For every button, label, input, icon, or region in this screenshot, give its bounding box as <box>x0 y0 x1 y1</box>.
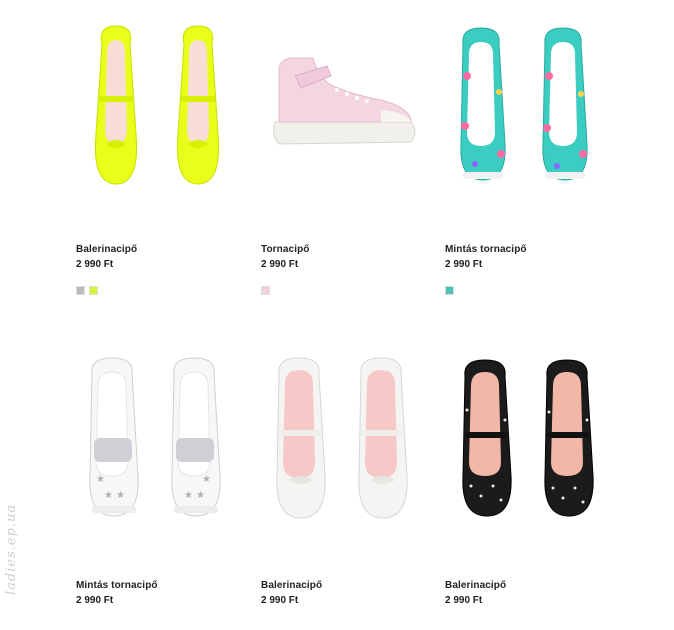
svg-text:★ ★: ★ ★ <box>184 490 205 501</box>
svg-text:★ ★: ★ ★ <box>104 490 125 501</box>
svg-text:★: ★ <box>202 474 211 485</box>
product-image[interactable] <box>445 14 615 214</box>
product-card[interactable]: Balerinacipő 2 990 Ft <box>445 350 615 630</box>
product-title[interactable]: Balerinacipő <box>76 244 137 255</box>
product-card[interactable]: Mintás tornacipő 2 990 Ft <box>445 14 615 295</box>
neon-ballet-flats-icon <box>94 25 220 185</box>
color-swatches <box>445 286 454 295</box>
color-swatches <box>261 286 270 295</box>
black-polka-ballet-flats-icon <box>462 359 594 517</box>
product-image[interactable] <box>261 14 431 214</box>
svg-text:★: ★ <box>96 474 105 485</box>
color-swatch[interactable] <box>445 286 454 295</box>
color-swatches <box>76 286 98 295</box>
product-title[interactable]: Balerinacipő <box>445 580 506 591</box>
product-title[interactable]: Tornacipő <box>261 244 310 255</box>
product-image[interactable] <box>445 350 615 550</box>
product-price: 2 990 Ft <box>76 595 114 606</box>
product-card[interactable]: Balerinacipő 2 990 Ft <box>76 14 246 295</box>
product-price: 2 990 Ft <box>76 259 114 270</box>
product-price: 2 990 Ft <box>445 595 483 606</box>
pink-high-top-sneaker-icon <box>273 57 416 145</box>
product-title[interactable]: Mintás tornacipő <box>76 580 158 591</box>
product-image[interactable] <box>76 14 246 214</box>
watermark-text: ladies.ep.ua <box>4 503 19 595</box>
floral-slip-on-icon <box>460 27 588 181</box>
product-title[interactable]: Balerinacipő <box>261 580 322 591</box>
product-grid: Balerinacipő 2 990 Ft Tornacipő 2 990 Ft… <box>0 0 674 606</box>
color-swatch[interactable] <box>89 286 98 295</box>
product-title[interactable]: Mintás tornacipő <box>445 244 527 255</box>
product-card[interactable]: Balerinacipő 2 990 Ft <box>261 350 431 630</box>
product-card[interactable]: ★ ★ ★ ★ ★ ★ Mintás tornacipő 2 990 Ft <box>76 350 246 630</box>
product-image[interactable] <box>261 350 431 550</box>
star-print-slip-on-icon: ★ ★ ★ ★ ★ ★ <box>89 357 221 517</box>
product-price: 2 990 Ft <box>261 259 299 270</box>
color-swatch[interactable] <box>261 286 270 295</box>
product-price: 2 990 Ft <box>261 595 299 606</box>
color-swatch[interactable] <box>76 286 85 295</box>
product-image[interactable]: ★ ★ ★ ★ ★ ★ <box>76 350 246 550</box>
product-price: 2 990 Ft <box>445 259 483 270</box>
product-card[interactable]: Tornacipő 2 990 Ft <box>261 14 431 295</box>
white-ballet-flats-icon <box>276 357 408 519</box>
